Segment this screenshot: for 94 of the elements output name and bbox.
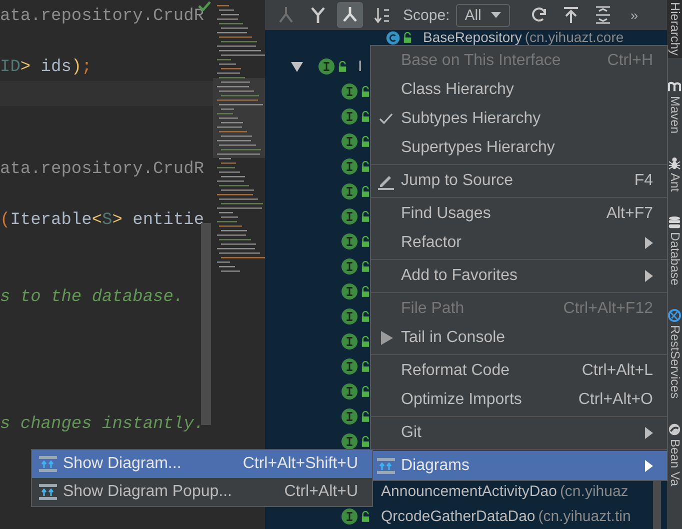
expand-arrow-icon[interactable] xyxy=(291,62,303,72)
caret-icon xyxy=(491,12,502,18)
more-button[interactable]: » xyxy=(630,7,638,23)
checkmark-icon xyxy=(379,112,393,124)
interface-icon xyxy=(341,208,358,225)
lock-icon xyxy=(361,361,370,372)
tree-icon xyxy=(277,6,295,24)
lock-icon xyxy=(338,61,347,72)
tree-item-label: BaseRepository xyxy=(423,30,522,45)
code-line: ID> ids); xyxy=(0,57,92,79)
interface-icon xyxy=(341,258,358,275)
letter-m-icon xyxy=(668,80,681,92)
menu-item[interactable]: Show Diagram... Ctrl+Alt+Shift+U xyxy=(32,450,372,478)
interface-icon xyxy=(341,433,358,450)
menu-item[interactable]: Reformat Code Ctrl+Alt+L xyxy=(371,356,667,385)
database-icon xyxy=(668,216,681,229)
lock-icon xyxy=(361,436,370,447)
package-name: (cn.yihuazt.core xyxy=(524,30,624,45)
interface-icon xyxy=(341,183,358,200)
code-line: ata.repository.CrudR xyxy=(0,159,204,181)
lock-icon xyxy=(361,511,370,522)
lock-icon xyxy=(361,86,370,97)
interface-icon xyxy=(341,308,358,325)
arrow-up-icon xyxy=(562,6,580,24)
submenu-arrow-icon xyxy=(645,270,653,282)
interface-icon xyxy=(318,58,335,75)
menu-item[interactable]: Show Diagram Popup... Ctrl+Alt+U xyxy=(32,478,372,506)
tool-window-tab[interactable]: Maven xyxy=(667,78,682,136)
menu-item[interactable]: Optimize Imports Ctrl+Alt+O xyxy=(371,385,667,414)
menu-item[interactable]: Git xyxy=(371,418,667,447)
menu-item[interactable]: Jump to Source F4 xyxy=(371,166,667,195)
package-name: (cn.yihuazt.tin xyxy=(538,508,631,525)
code-line: (Iterable<S> entitie xyxy=(0,210,204,232)
lock-icon xyxy=(361,186,370,197)
fork-icon xyxy=(309,6,327,24)
lock-icon xyxy=(361,411,370,422)
interface-icon xyxy=(341,108,358,125)
interface-icon xyxy=(341,83,358,100)
menu-item[interactable]: Find Usages Alt+F7 xyxy=(371,199,667,228)
code-line: s changes instantly. xyxy=(0,414,204,436)
lock-icon xyxy=(361,286,370,297)
interface-icon xyxy=(341,358,358,375)
tool-window-tab[interactable]: Bean Va xyxy=(667,420,682,488)
package-name: (cn.yihuaz xyxy=(560,483,628,500)
lock-icon xyxy=(361,386,370,397)
tool-window-tab[interactable]: RestServices xyxy=(667,307,682,401)
lock-icon xyxy=(361,336,370,347)
menu-item[interactable]: Refactor xyxy=(371,228,667,257)
scrollbar-thumb[interactable] xyxy=(201,223,211,425)
interface-icon xyxy=(341,283,358,300)
tree-item-label: I xyxy=(358,58,362,75)
interface-icon xyxy=(341,508,358,525)
sort-icon xyxy=(373,6,391,24)
tool-window-tab[interactable]: Ant xyxy=(667,155,682,194)
interface-icon xyxy=(341,158,358,175)
diagram-icon xyxy=(377,456,395,474)
lock-icon xyxy=(361,236,370,247)
tool-window-tab[interactable]: Database xyxy=(667,214,682,288)
code-line: ata.repository.CrudR xyxy=(0,6,204,28)
interface-icon xyxy=(341,383,358,400)
class-icon xyxy=(386,30,400,44)
diagram-icon xyxy=(38,455,56,473)
menu-item[interactable]: Subtypes Hierarchy xyxy=(371,104,667,133)
menu-item[interactable]: Add to Favorites xyxy=(371,261,667,290)
submenu-arrow-icon xyxy=(645,460,653,472)
scope-dropdown[interactable]: All xyxy=(456,4,510,26)
ant-icon xyxy=(668,157,681,170)
menu-item[interactable]: Class Hierarchy xyxy=(371,75,667,104)
fork-icon xyxy=(341,6,359,24)
lock-icon xyxy=(361,261,370,272)
menu-item[interactable]: Diagrams xyxy=(371,451,667,480)
interface-icon xyxy=(341,233,358,250)
tree-item-label: AnnouncementActivityDao xyxy=(381,483,557,500)
subtypes-button[interactable] xyxy=(337,2,363,28)
lock-icon xyxy=(361,136,370,147)
lock-icon xyxy=(361,211,370,222)
interface-icon xyxy=(341,133,358,150)
lock-icon xyxy=(361,311,370,322)
menu-item[interactable]: Tail in Console xyxy=(371,323,667,352)
lock-icon xyxy=(361,111,370,122)
lock-icon xyxy=(361,161,370,172)
diagram-icon xyxy=(38,483,56,501)
code-line: s to the database. xyxy=(0,286,184,308)
scope-label: Scope: xyxy=(403,6,450,24)
tree-item-label: QrcodeGatherDataDao xyxy=(381,508,536,525)
refresh-icon xyxy=(530,6,548,24)
submenu-arrow-icon xyxy=(645,426,653,438)
expand-icon xyxy=(594,6,612,24)
lock-icon xyxy=(403,32,412,43)
interface-icon xyxy=(341,408,358,425)
interface-icon xyxy=(341,333,358,350)
menu-item[interactable]: Supertypes Hierarchy xyxy=(371,133,667,162)
submenu-arrow-icon xyxy=(645,236,653,248)
tool-window-tab[interactable]: Hierarchy xyxy=(667,0,682,58)
